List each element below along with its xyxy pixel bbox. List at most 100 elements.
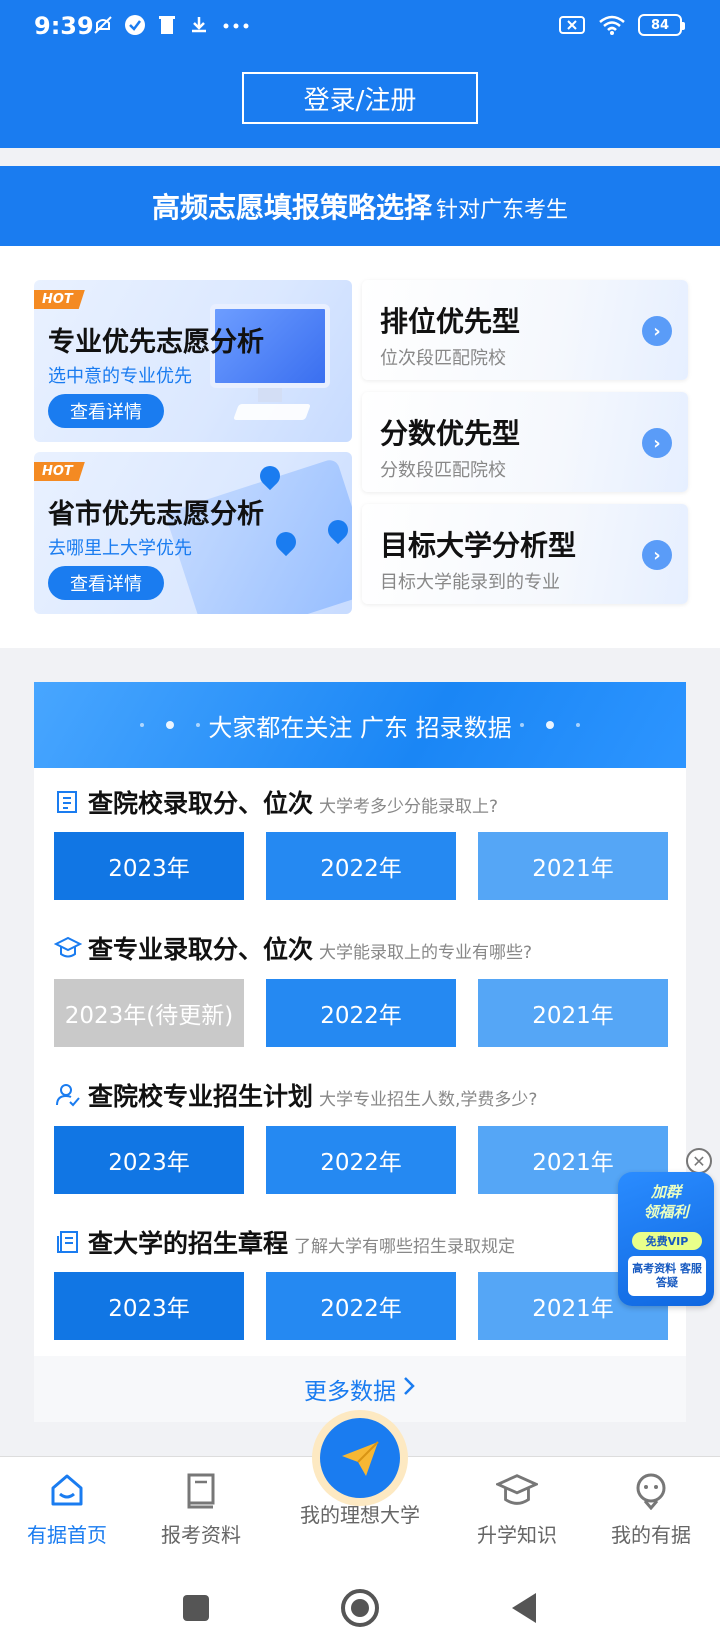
data-row-title: 查院校专业招生计划 大学专业招生人数,学费多少? [54,1077,537,1113]
college-score-2022-button[interactable]: 2022年 [266,832,456,900]
data-row-title: 查专业录取分、位次 大学能录取上的专业有哪些? [54,930,532,966]
enroll-plan-2022-button[interactable]: 2022年 [266,1126,456,1194]
nav-item-home[interactable]: 有据首页 [2,1469,132,1548]
mute-icon [92,14,114,36]
decor-dot [196,723,201,727]
ideal-university-fab[interactable] [312,1410,408,1506]
promo-info: 高考资料 客服答疑 [628,1256,706,1296]
major-priority-desc: 选中意的专业优先 [48,366,192,387]
college-score-2021-button[interactable]: 2021年 [478,832,668,900]
chevron-right-icon: › [642,428,672,458]
rank-priority-desc: 位次段匹配院校 [380,348,506,369]
more-data-label: 更多数据 [304,1379,396,1405]
nav-label: 升学知识 [477,1523,557,1547]
strategy-title: 高频志愿填报策略选择 [151,191,432,224]
hot-badge: HOT [34,290,85,309]
book-icon [180,1469,222,1511]
target-university-desc: 目标大学能录到的专业 [380,572,560,593]
nav-item-materials[interactable]: 报考资料 [136,1469,266,1548]
data-row-heading: 查专业录取分、位次 [88,935,314,964]
graduation-cap-icon [496,1469,538,1511]
check-circle-icon [124,14,146,36]
keyboard-illustration [233,404,311,420]
major-priority-card[interactable]: HOT 专业优先志愿分析 选中意的专业优先 查看详情 [34,280,352,442]
major-score-2023-button[interactable]: 2023年(待更新) [54,979,244,1047]
data-row-subtitle: 了解大学有哪些招生录取规定 [294,1237,516,1257]
decor-dot [166,721,175,729]
city-priority-detail-button[interactable]: 查看详情 [48,566,164,600]
nav-label: 报考资料 [161,1523,241,1547]
trash-icon [156,14,178,36]
major-priority-detail-button[interactable]: 查看详情 [48,394,164,428]
app-header: 9:39 84 登录/注册 [0,0,720,148]
major-score-2021-button[interactable]: 2021年 [478,979,668,1047]
back-icon[interactable] [504,1588,544,1628]
admission-rules-2023-button[interactable]: 2023年 [54,1272,244,1340]
computer-stand-illustration [258,388,282,402]
score-priority-card[interactable]: 分数优先型 分数段匹配院校 › [362,392,688,492]
user-check-icon [54,1081,82,1109]
promo-title-line1: 加群 [650,1183,681,1201]
user-face-icon [630,1469,672,1511]
chevron-right-icon [402,1375,416,1403]
strategy-cards: HOT 专业优先志愿分析 选中意的专业优先 查看详情 HOT 省市优先志愿分析 … [0,246,720,648]
data-row-heading: 查院校专业招生计划 [88,1082,314,1111]
data-row-subtitle: 大学专业招生人数,学费多少? [319,1090,538,1110]
document-icon [54,1228,82,1256]
data-row-subtitle: 大学能录取上的专业有哪些? [319,943,533,963]
data-panel-header: 大家都在关注 广东 招录数据 [34,682,686,768]
data-row-heading: 查大学的招生章程 [88,1229,289,1258]
paper-plane-icon [320,1418,400,1498]
home-icon [46,1469,88,1511]
chevron-right-icon: › [642,540,672,570]
data-row-title: 查院校录取分、位次 大学考多少分能录取上? [54,784,498,820]
promo-vip-badge: 免费VIP [632,1232,702,1250]
target-university-card[interactable]: 目标大学分析型 目标大学能录到的专业 › [362,504,688,604]
chevron-right-icon: › [642,316,672,346]
score-priority-desc: 分数段匹配院校 [380,460,506,481]
home-button-icon[interactable] [340,1588,380,1628]
enroll-plan-2023-button[interactable]: 2023年 [54,1126,244,1194]
status-icons-right: 84 [558,14,685,36]
nav-item-knowledge[interactable]: 升学知识 [452,1469,582,1548]
admission-data-panel: 大家都在关注 广东 招录数据 查院校录取分、位次 大学考多少分能录取上? 202… [34,682,686,1422]
map-illustration [164,457,352,614]
promo-title-line2: 领福利 [643,1203,689,1221]
status-bar: 9:39 84 [0,0,720,54]
battery-icon: 84 [638,14,685,36]
data-row-title: 查大学的招生章程 了解大学有哪些招生录取规定 [54,1224,515,1260]
major-priority-title: 专业优先志愿分析 [48,327,264,358]
score-priority-title: 分数优先型 [380,417,521,450]
admission-rules-2022-button[interactable]: 2022年 [266,1272,456,1340]
data-panel-title: 大家都在关注 广东 招录数据 [208,713,512,742]
document-list-icon [54,788,82,816]
promo-close-button[interactable]: ✕ [686,1148,712,1174]
more-icon [220,14,252,36]
college-score-2023-button[interactable]: 2023年 [54,832,244,900]
status-icons-left [92,14,252,36]
data-row-subtitle: 大学考多少分能录取上? [319,797,499,817]
nav-label: 我的有据 [611,1523,691,1547]
wifi-icon [598,14,626,36]
group-promo-widget[interactable]: 加群 领福利 免费VIP 高考资料 客服答疑 [618,1172,714,1306]
recent-apps-icon[interactable] [176,1588,216,1628]
city-priority-card[interactable]: HOT 省市优先志愿分析 去哪里上大学优先 查看详情 [34,452,352,614]
promo-title: 加群 领福利 [618,1182,714,1222]
graduation-cap-icon [54,934,82,962]
nav-item-profile[interactable]: 我的有据 [586,1469,716,1548]
download-icon [188,14,210,36]
rank-priority-card[interactable]: 排位优先型 位次段匹配院校 › [362,280,688,380]
decor-dot [575,723,580,727]
strategy-banner: 高频志愿填报策略选择 针对广东考生 [0,166,720,246]
city-priority-title: 省市优先志愿分析 [48,499,264,530]
hot-badge: HOT [34,462,85,481]
status-time: 9:39 [34,12,94,40]
major-score-2022-button[interactable]: 2022年 [266,979,456,1047]
data-row-heading: 查院校录取分、位次 [88,789,314,818]
strategy-subtitle: 针对广东考生 [436,198,569,223]
system-navigation-bar [0,1560,720,1650]
login-register-button[interactable]: 登录/注册 [242,72,478,124]
decor-dot [140,723,145,727]
target-university-title: 目标大学分析型 [380,529,577,562]
city-priority-desc: 去哪里上大学优先 [48,538,192,559]
